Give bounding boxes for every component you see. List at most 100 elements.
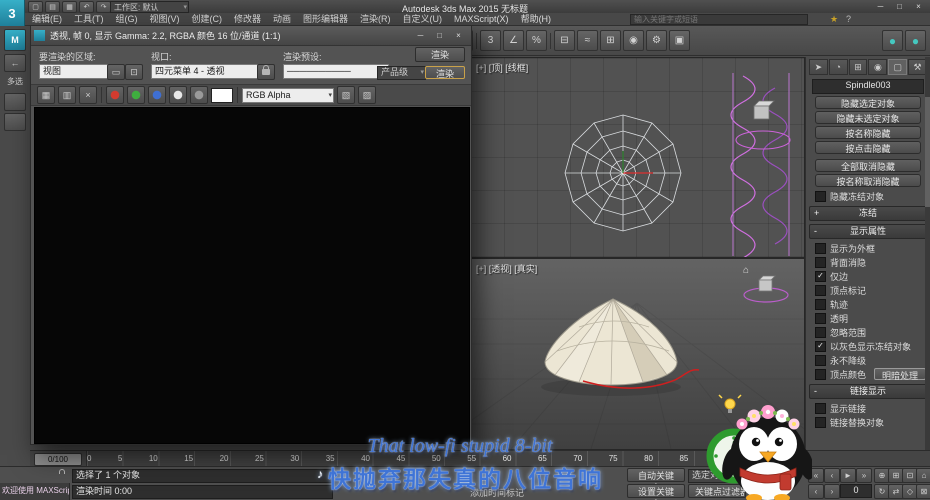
rfw-minimize-button[interactable]: ─ xyxy=(411,30,430,42)
render-iterative-icon[interactable]: ● xyxy=(905,30,926,51)
panel-scrollbar-thumb[interactable] xyxy=(925,97,930,207)
tab-create-icon[interactable]: ➤ xyxy=(809,59,828,75)
schematic-view-icon[interactable]: ⊞ xyxy=(600,30,621,51)
hide-frozen-checkbox[interactable] xyxy=(815,191,826,202)
rfw-maximize-button[interactable]: □ xyxy=(430,30,449,42)
spindle-shaded-object[interactable] xyxy=(545,299,677,385)
object-name-field[interactable]: Spindle003 xyxy=(812,79,924,94)
rollout-freeze[interactable]: +冻结 xyxy=(809,206,927,221)
new-scene-icon[interactable]: ▢ xyxy=(28,1,43,13)
display-prop-row[interactable]: 顶点颜色明暗处理 xyxy=(806,367,930,381)
rendered-frame-window[interactable]: 透视, 帧 0, 显示 Gamma: 2.2, RGBA 颜色 16 位/通道 … xyxy=(30,25,472,445)
show-frozen-gray-checkbox[interactable]: ✓ xyxy=(815,341,826,352)
background-color-swatch[interactable] xyxy=(211,88,233,103)
back-arrow-icon[interactable]: ← xyxy=(4,54,26,72)
go-to-end-icon[interactable]: » xyxy=(856,468,872,483)
viewport-perspective-label[interactable]: [+] [透视] [真实] xyxy=(476,262,537,275)
display-prop-row[interactable]: 轨迹 xyxy=(806,297,930,311)
tab-display-icon[interactable]: ▢ xyxy=(888,59,907,75)
snap-toggle-icon[interactable]: 3 xyxy=(480,30,501,51)
save-file-icon[interactable]: ▦ xyxy=(62,1,77,13)
backface-cull-checkbox[interactable] xyxy=(815,257,826,268)
clear-image-icon[interactable]: × xyxy=(79,86,97,104)
undo-icon[interactable]: ↶ xyxy=(79,1,94,13)
display-as-box-checkbox[interactable] xyxy=(815,243,826,254)
render-preset-dropdown[interactable]: ────────── xyxy=(283,64,389,79)
tab-modify-icon[interactable]: ◔ xyxy=(829,59,848,75)
panel-scrollbar[interactable] xyxy=(925,57,930,450)
link-prop-row[interactable]: 显示链接 xyxy=(806,401,930,415)
play-icon[interactable]: ► xyxy=(840,468,856,483)
infocenter-search-input[interactable] xyxy=(630,14,808,25)
time-slider-handle[interactable]: 0/100 xyxy=(34,453,82,466)
app-logo[interactable]: 3 xyxy=(0,0,25,26)
display-prop-row[interactable]: 显示为外框 xyxy=(806,241,930,255)
see-through-checkbox[interactable] xyxy=(815,313,826,324)
ignore-extents-checkbox[interactable] xyxy=(815,327,826,338)
layer-manager-icon[interactable]: ⊟ xyxy=(554,30,575,51)
viewport-dropdown[interactable]: 四元菜单 4 - 透视 xyxy=(151,64,269,79)
maxscript-mini-listener[interactable]: 欢迎使用 MAXScript xyxy=(0,483,70,500)
workspace-dropdown[interactable]: 工作区: 默认 xyxy=(110,1,189,13)
helper-ring-and-box[interactable] xyxy=(744,276,788,302)
vertex-ticks-checkbox[interactable] xyxy=(815,285,826,296)
display-links-checkbox[interactable] xyxy=(815,403,826,414)
current-frame-field[interactable]: 0 xyxy=(840,484,872,498)
viewport-top[interactable]: [+] [顶] [线框] xyxy=(470,57,805,258)
compare-icon[interactable]: ▨ xyxy=(358,86,376,104)
save-image-icon[interactable]: ▦ xyxy=(37,86,55,104)
link-replaces-object-checkbox[interactable] xyxy=(815,417,826,428)
layer-view-icon[interactable]: ▧ xyxy=(337,86,355,104)
render-button[interactable]: 渲染 xyxy=(425,66,465,79)
spindle-top-wireframe[interactable] xyxy=(565,115,681,231)
favorites-star-icon[interactable]: ★ xyxy=(830,14,838,25)
strip-tool-icon[interactable] xyxy=(4,93,26,111)
display-prop-row[interactable]: ✓以灰色显示冻结对象 xyxy=(806,339,930,353)
home-viewcube-icon[interactable]: ⌂ xyxy=(743,265,749,276)
open-file-icon[interactable]: ▤ xyxy=(45,1,60,13)
area-to-render-dropdown[interactable]: 视图 xyxy=(39,64,117,79)
display-prop-row[interactable]: 顶点标记 xyxy=(806,283,930,297)
link-prop-row[interactable]: 链接替换对象 xyxy=(806,415,930,429)
hide-frozen-row[interactable]: 隐藏冻结对象 xyxy=(806,189,930,203)
render-setup-icon[interactable]: ⚙ xyxy=(646,30,667,51)
hide-by-hit-button[interactable]: 按点击隐藏 xyxy=(815,141,921,154)
strip-tool-icon[interactable] xyxy=(4,113,26,131)
shaded-button[interactable]: 明暗处理 xyxy=(874,368,926,380)
trajectory-checkbox[interactable] xyxy=(815,299,826,310)
edges-only-checkbox[interactable]: ✓ xyxy=(815,271,826,282)
display-prop-row[interactable]: 忽略范围 xyxy=(806,325,930,339)
edit-region-icon[interactable]: ▭ xyxy=(107,64,125,80)
production-mode-dropdown[interactable]: 产品级 xyxy=(377,66,426,80)
rendered-frame-window-icon[interactable]: ▣ xyxy=(669,30,690,51)
hide-selected-button[interactable]: 隐藏选定对象 xyxy=(815,96,921,109)
viewport-top-label[interactable]: [+] [顶] [线框] xyxy=(476,61,528,74)
next-key-icon[interactable]: › xyxy=(824,484,840,499)
rollout-display-properties[interactable]: -显示属性 xyxy=(809,224,927,239)
display-prop-row[interactable]: 永不降级 xyxy=(806,353,930,367)
help-icon[interactable]: ? xyxy=(846,14,851,24)
red-channel-icon[interactable] xyxy=(106,86,124,104)
never-degrade-checkbox[interactable] xyxy=(815,355,826,366)
helper-box[interactable] xyxy=(754,101,774,119)
zoom-extents-all-icon[interactable]: ⌂ xyxy=(916,468,930,483)
lock-viewport-button[interactable] xyxy=(257,64,275,80)
display-prop-row[interactable]: 背面消隐 xyxy=(806,255,930,269)
blue-channel-icon[interactable] xyxy=(148,86,166,104)
percent-snap-icon[interactable]: % xyxy=(526,30,547,51)
prev-frame-icon[interactable]: ‹ xyxy=(824,468,840,483)
curve-editor-icon[interactable]: ≈ xyxy=(577,30,598,51)
unhide-all-button[interactable]: 全部取消隐藏 xyxy=(815,159,921,172)
copy-image-icon[interactable]: ▥ xyxy=(58,86,76,104)
auto-region-icon[interactable]: ⊡ xyxy=(125,64,143,80)
vertex-colors-checkbox[interactable] xyxy=(815,369,826,380)
minimize-button[interactable]: ─ xyxy=(871,0,890,12)
hide-unselected-button[interactable]: 隐藏未选定对象 xyxy=(815,111,921,124)
green-channel-icon[interactable] xyxy=(127,86,145,104)
tab-hierarchy-icon[interactable]: ⊞ xyxy=(849,59,868,75)
material-editor-icon[interactable]: ◉ xyxy=(623,30,644,51)
rfw-close-button[interactable]: × xyxy=(449,30,468,42)
channel-display-dropdown[interactable]: RGB Alpha xyxy=(242,88,334,103)
unhide-by-name-button[interactable]: 按名称取消隐藏 xyxy=(815,174,921,187)
maximize-button[interactable]: □ xyxy=(890,0,909,12)
